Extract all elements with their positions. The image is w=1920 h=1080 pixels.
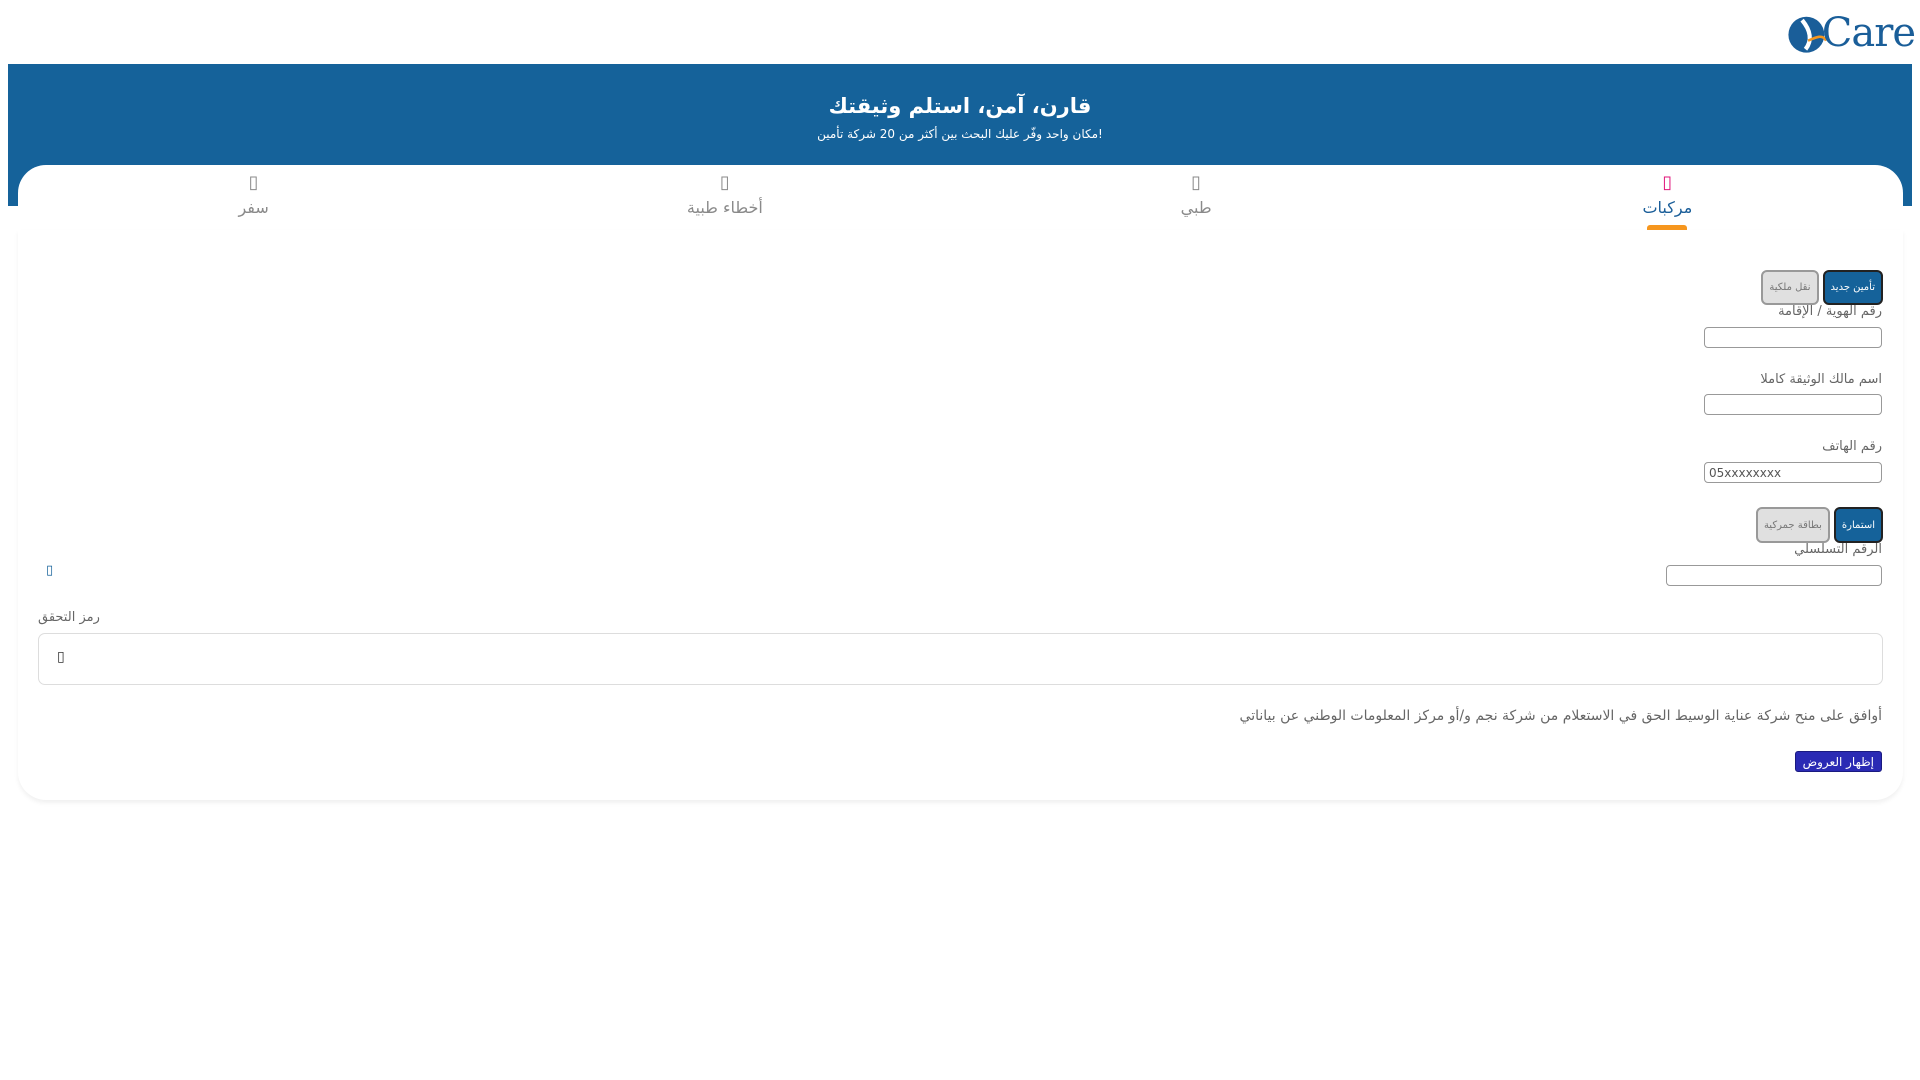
travel-icon: ▯	[248, 172, 259, 193]
care-logo[interactable]: Care	[1785, 5, 1916, 60]
refresh-captcha-icon[interactable]: ▯	[46, 563, 53, 578]
phone-input[interactable]	[1704, 462, 1882, 483]
insurance-type-toggle: تأمين جديد نقل ملكية	[1761, 270, 1883, 305]
vehicle-quote-form: تأمين جديد نقل ملكية رقم الهوية / الإقام…	[18, 230, 1903, 800]
id-number-label: رقم الهوية / الإقامة	[1778, 304, 1882, 319]
serial-number-label: الرقم التسلسلي	[1794, 542, 1882, 557]
tab-medical-errors[interactable]: ▯ أخطاء طبية	[489, 165, 960, 230]
registration-button[interactable]: استمارة	[1833, 507, 1883, 543]
captcha-input[interactable]: ▯	[38, 633, 1883, 685]
show-offers-button[interactable]: إظهار العروض	[1794, 751, 1882, 772]
captcha-label: رمز التحقق	[38, 610, 100, 625]
owner-name-input[interactable]	[1704, 394, 1882, 415]
serial-number-input[interactable]	[1666, 565, 1882, 586]
insurance-tabs: ▯ مركبات ▯ طبي ▯ أخطاء طبية ▯ سفر	[18, 165, 1903, 231]
consent-text[interactable]: أوافق على منح شركة عناية الوسيط الحق في …	[1240, 708, 1882, 724]
id-number-input[interactable]	[1704, 327, 1882, 348]
tab-label: سفر	[238, 198, 269, 217]
phone-label: رقم الهاتف	[1822, 439, 1882, 454]
tab-label: طبي	[1180, 198, 1212, 217]
logo-text: Care	[1821, 9, 1916, 56]
medical-error-icon: ▯	[719, 172, 730, 193]
banner-title: قارن، آمن، استلم وثيقتك	[828, 94, 1092, 118]
customs-card-button[interactable]: بطاقة جمركية	[1755, 507, 1830, 543]
captcha-icon: ▯	[57, 649, 65, 665]
new-insurance-button[interactable]: تأمين جديد	[1822, 270, 1883, 305]
medical-icon: ▯	[1191, 172, 1202, 193]
tab-medical[interactable]: ▯ طبي	[961, 165, 1432, 230]
car-icon: ▯	[1662, 172, 1673, 193]
ownership-transfer-button[interactable]: نقل ملكية	[1761, 270, 1819, 305]
tab-label: أخطاء طبية	[686, 198, 763, 217]
banner-subtitle: مكان واحد وفّر عليك البحث بين أكثر من 20…	[817, 127, 1103, 141]
owner-name-label: اسم مالك الوثيقة كاملا	[1760, 372, 1882, 387]
tab-label: مركبات	[1642, 198, 1693, 217]
tab-travel[interactable]: ▯ سفر	[18, 165, 489, 230]
document-type-toggle: استمارة بطاقة جمركية	[1755, 507, 1883, 543]
tab-vehicles[interactable]: ▯ مركبات	[1432, 165, 1903, 230]
